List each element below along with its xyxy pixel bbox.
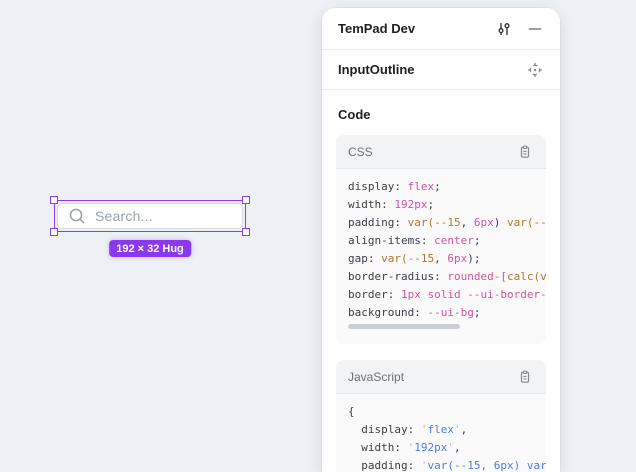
plugin-title: TemPad Dev bbox=[338, 21, 495, 36]
search-input-component[interactable]: Search... bbox=[57, 203, 243, 229]
selection-handle-bottom-left[interactable] bbox=[50, 228, 58, 236]
css-code-block: CSS display: flex;width: 192px;padding: … bbox=[336, 135, 546, 344]
code-line: background: --ui-bg; bbox=[348, 304, 546, 322]
css-block-header: CSS bbox=[336, 135, 546, 169]
selection-handle-bottom-right[interactable] bbox=[242, 228, 250, 236]
js-block-title: JavaScript bbox=[348, 370, 516, 384]
search-placeholder-text: Search... bbox=[95, 208, 153, 224]
magnifier-icon bbox=[68, 207, 86, 225]
selection-handle-top-left[interactable] bbox=[50, 196, 58, 204]
locate-crosshair-icon[interactable] bbox=[526, 61, 544, 79]
tempad-dev-plugin-panel: TemPad Dev InputOutline bbox=[322, 8, 560, 472]
code-line: gap: var(--15, 6px); bbox=[348, 250, 546, 268]
copy-css-icon[interactable] bbox=[516, 143, 534, 161]
code-line: display: flex; bbox=[348, 178, 546, 196]
selected-component-inputoutline[interactable]: Search... 192 × 32 Hug bbox=[54, 200, 246, 232]
code-line: padding: 'var(--15, 6px) var bbox=[348, 457, 546, 472]
js-block-header: JavaScript bbox=[336, 360, 546, 394]
copy-js-icon[interactable] bbox=[516, 368, 534, 386]
code-line: align-items: center; bbox=[348, 232, 546, 250]
selected-node-name: InputOutline bbox=[338, 62, 526, 77]
selection-handle-top-right[interactable] bbox=[242, 196, 250, 204]
selected-node-row: InputOutline bbox=[322, 50, 560, 90]
plugin-header: TemPad Dev bbox=[322, 8, 560, 50]
code-line: { bbox=[348, 403, 546, 421]
js-code-block: JavaScript { display: 'flex', width: '19… bbox=[336, 360, 546, 472]
css-block-title: CSS bbox=[348, 145, 516, 159]
code-line: padding: var(--15, 6px) var(-- bbox=[348, 214, 546, 232]
js-code-area[interactable]: { display: 'flex', width: '192px', paddi… bbox=[336, 394, 546, 472]
minimize-icon[interactable] bbox=[526, 20, 544, 38]
code-line: display: 'flex', bbox=[348, 421, 546, 439]
css-code-area[interactable]: display: flex;width: 192px;padding: var(… bbox=[336, 169, 546, 334]
css-horizontal-scrollbar[interactable] bbox=[348, 324, 460, 329]
sliders-settings-icon[interactable] bbox=[495, 20, 513, 38]
code-line: border-radius: rounded-[calc(v bbox=[348, 268, 546, 286]
code-line: width: 192px; bbox=[348, 196, 546, 214]
code-line: width: '192px', bbox=[348, 439, 546, 457]
code-line: border: 1px solid --ui-border- bbox=[348, 286, 546, 304]
code-section-label: Code bbox=[322, 90, 560, 135]
selection-size-badge: 192 × 32 Hug bbox=[109, 240, 191, 257]
